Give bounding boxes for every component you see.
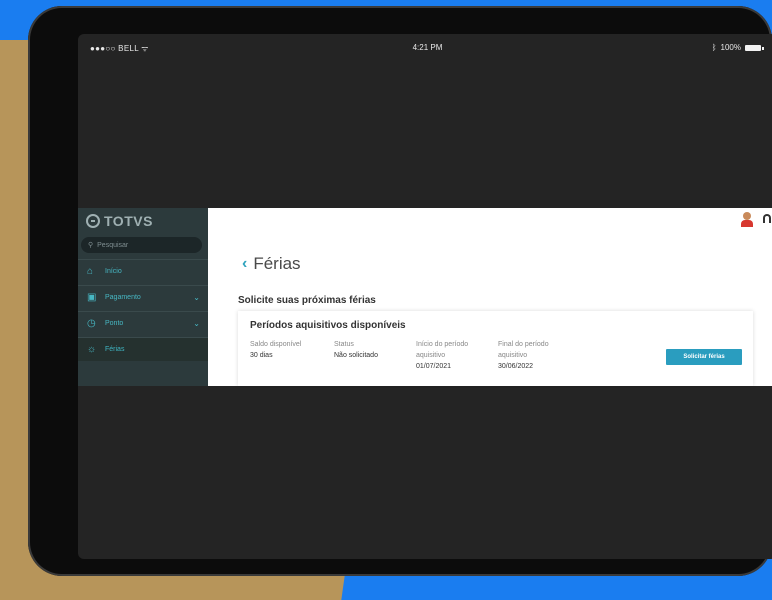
sidebar-item-pagamento[interactable]: ▣ Pagamento ⌄ <box>78 285 208 309</box>
section-title: Solicite suas próximas férias <box>238 295 376 306</box>
sidebar-item-inicio[interactable]: ⌂ Início <box>78 259 208 283</box>
sidebar-item-label: Ponto <box>105 320 124 327</box>
search-placeholder: Pesquisar <box>97 241 129 249</box>
field-value: 30/06/2022 <box>498 363 534 370</box>
battery-icon <box>745 44 764 51</box>
field-value: Não solicitado <box>334 352 378 359</box>
page-title-text: Férias <box>253 254 301 273</box>
field-value: 01/07/2021 <box>416 363 452 370</box>
field-value: 30 dias <box>250 352 273 359</box>
clock-icon: ◷ <box>87 317 96 329</box>
periods-card: Períodos aquisitivos disponíveis Saldo d… <box>238 311 753 386</box>
sidebar-item-label: Férias <box>105 346 125 353</box>
totvs-logo-icon <box>86 214 100 228</box>
field-inicio: Início do período aquisitivo 01/07/2021 <box>416 339 468 372</box>
bluetooth-icon: ᛒ <box>711 43 717 52</box>
field-label: Status <box>334 341 354 348</box>
card-title: Períodos aquisitivos disponíveis <box>250 320 406 331</box>
sidebar-item-ponto[interactable]: ◷ Ponto ⌄ <box>78 311 208 335</box>
field-label: Final do período <box>498 341 549 348</box>
sidebar-item-ferias[interactable]: ☼ Férias <box>78 337 208 361</box>
app-window: TOTVS ⚲ Pesquisar ⌂ Início ▣ Pagamento ⌄… <box>78 208 772 386</box>
request-vacation-button[interactable]: Solicitar férias <box>666 349 742 365</box>
field-status: Status Não solicitado <box>334 339 378 361</box>
status-bar: ●●●○○ BELL ᯤ 4:21 PM ᛒ 100% <box>78 34 772 60</box>
back-chevron-icon[interactable]: ‹ <box>242 255 247 273</box>
sidebar: TOTVS ⚲ Pesquisar ⌂ Início ▣ Pagamento ⌄… <box>78 208 208 386</box>
page-title: ‹ Férias <box>242 254 301 274</box>
sidebar-item-label: Pagamento <box>105 294 141 301</box>
sun-icon: ☼ <box>87 343 97 355</box>
sidebar-item-label: Início <box>105 268 122 275</box>
field-label-line2: aquisitivo <box>416 352 446 359</box>
search-input[interactable]: ⚲ Pesquisar <box>81 237 202 253</box>
field-label-line2: aquisitivo <box>498 352 528 359</box>
avatar[interactable] <box>741 212 753 227</box>
totvs-logo[interactable]: TOTVS <box>86 213 153 229</box>
status-right: ᛒ 100% <box>711 43 764 52</box>
chevron-down-icon: ⌄ <box>193 319 200 328</box>
chevron-down-icon: ⌄ <box>193 293 200 302</box>
main-content: ‹ Férias Solicite suas próximas férias P… <box>208 208 772 386</box>
field-final: Final do período aquisitivo 30/06/2022 <box>498 339 549 372</box>
tablet-frame: ●●●○○ BELL ᯤ 4:21 PM ᛒ 100% TOTVS ⚲ Pesq… <box>28 6 772 576</box>
field-saldo: Saldo disponível 30 dias <box>250 339 301 361</box>
field-label: Início do período <box>416 341 469 348</box>
avatar-body <box>741 220 753 227</box>
logo-text: TOTVS <box>104 213 153 229</box>
status-time: 4:21 PM <box>412 43 443 52</box>
field-label: Saldo disponível <box>250 341 302 348</box>
tablet-screen: ●●●○○ BELL ᯤ 4:21 PM ᛒ 100% TOTVS ⚲ Pesq… <box>78 34 772 559</box>
home-icon: ⌂ <box>87 265 94 277</box>
battery-percent: 100% <box>720 43 741 52</box>
wallet-icon: ▣ <box>87 291 97 303</box>
search-icon: ⚲ <box>88 242 94 249</box>
avatar-head <box>743 212 751 220</box>
headset-icon[interactable] <box>763 214 771 223</box>
